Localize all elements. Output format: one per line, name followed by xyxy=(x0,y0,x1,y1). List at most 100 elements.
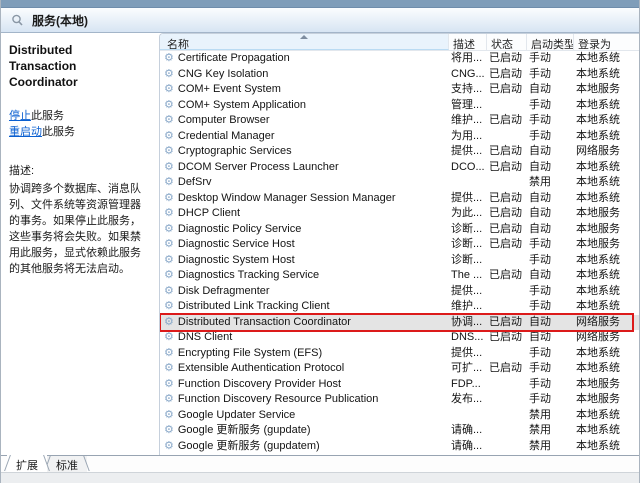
service-name-cell: ⚙ Credential Manager xyxy=(160,129,449,145)
service-description-cell: 请确... xyxy=(449,439,487,455)
service-name: Function Discovery Resource Publication xyxy=(178,392,379,408)
table-row[interactable]: ⚙ Diagnostic Service Host 诊断... 已启动 手动 本… xyxy=(160,237,639,253)
service-gear-icon: ⚙ xyxy=(164,239,174,250)
service-gear-icon: ⚙ xyxy=(164,425,174,436)
table-row[interactable]: ⚙ Function Discovery Resource Publicatio… xyxy=(160,392,639,408)
service-description-cell: 请确... xyxy=(449,423,487,439)
column-header-status[interactable]: 状态 xyxy=(487,34,527,50)
service-gear-icon: ⚙ xyxy=(164,317,174,328)
column-header-logon-as[interactable]: 登录为 xyxy=(574,34,639,50)
stop-service-link[interactable]: 停止 xyxy=(9,110,31,122)
service-status-cell xyxy=(487,423,527,439)
services-table-panel: 名称 描述 状态 启动类型 登录为 ⚙ Certificate Propagat… xyxy=(159,33,639,455)
service-name-cell: ⚙ Cryptographic Services xyxy=(160,144,449,160)
service-description-cell: 诊断... xyxy=(449,222,487,238)
table-row[interactable]: ⚙ Distributed Transaction Coordinator 协调… xyxy=(160,315,639,331)
tab-standard[interactable]: 标准 xyxy=(47,456,87,472)
service-name: Disk Defragmenter xyxy=(178,284,270,300)
service-startup-type-cell: 禁用 xyxy=(527,423,574,439)
table-row[interactable]: ⚙ Computer Browser 维护... 已启动 手动 本地系统 xyxy=(160,113,639,129)
service-name: Function Discovery Provider Host xyxy=(178,377,341,393)
service-description-cell: 将用... xyxy=(449,51,487,67)
service-logon-as-cell: 本地服务 xyxy=(574,237,639,253)
table-row[interactable]: ⚙ DHCP Client 为此... 已启动 自动 本地服务 xyxy=(160,206,639,222)
service-name: Diagnostic Policy Service xyxy=(178,222,302,238)
service-gear-icon: ⚙ xyxy=(164,363,174,374)
service-name-cell: ⚙ Function Discovery Provider Host xyxy=(160,377,449,393)
table-row[interactable]: ⚙ Google 更新服务 (gupdatem) 请确... 禁用 本地系统 xyxy=(160,439,639,455)
column-header-startup-type[interactable]: 启动类型 xyxy=(527,34,574,50)
service-gear-icon: ⚙ xyxy=(164,131,174,142)
service-name-cell: ⚙ Disk Defragmenter xyxy=(160,284,449,300)
service-name-cell: ⚙ Diagnostics Tracking Service xyxy=(160,268,449,284)
table-row[interactable]: ⚙ Extensible Authentication Protocol 可扩.… xyxy=(160,361,639,377)
table-row[interactable]: ⚙ Disk Defragmenter 提供... 手动 本地系统 xyxy=(160,284,639,300)
service-status-cell: 已启动 xyxy=(487,144,527,160)
service-logon-as-cell: 本地服务 xyxy=(574,377,639,393)
service-logon-as-cell: 本地服务 xyxy=(574,392,639,408)
service-gear-icon: ⚙ xyxy=(164,146,174,157)
column-header-description[interactable]: 描述 xyxy=(449,34,487,50)
table-row[interactable]: ⚙ Distributed Link Tracking Client 维护...… xyxy=(160,299,639,315)
service-description-cell: 提供... xyxy=(449,144,487,160)
table-row[interactable]: ⚙ Credential Manager 为用... 手动 本地系统 xyxy=(160,129,639,145)
service-status-cell xyxy=(487,175,527,191)
column-header-name-label: 名称 xyxy=(167,39,189,50)
service-startup-type-cell: 自动 xyxy=(527,144,574,160)
stop-service-suffix: 此服务 xyxy=(31,110,64,122)
service-name: Diagnostic System Host xyxy=(178,253,295,269)
service-startup-type-cell: 禁用 xyxy=(527,408,574,424)
service-status-cell: 已启动 xyxy=(487,67,527,83)
service-gear-icon: ⚙ xyxy=(164,379,174,390)
table-row[interactable]: ⚙ DCOM Server Process Launcher DCO... 已启… xyxy=(160,160,639,176)
service-name: Google 更新服务 (gupdate) xyxy=(178,423,311,439)
service-status-cell: 已启动 xyxy=(487,113,527,129)
service-name: Certificate Propagation xyxy=(178,51,290,67)
service-name-cell: ⚙ Function Discovery Resource Publicatio… xyxy=(160,392,449,408)
service-description-cell xyxy=(449,408,487,424)
service-gear-icon: ⚙ xyxy=(164,301,174,312)
service-gear-icon: ⚙ xyxy=(164,177,174,188)
service-startup-type-cell: 禁用 xyxy=(527,439,574,455)
tab-extended[interactable]: 扩展 xyxy=(7,455,47,472)
table-row[interactable]: ⚙ COM+ System Application 管理... 手动 本地系统 xyxy=(160,98,639,114)
table-row[interactable]: ⚙ Diagnostic Policy Service 诊断... 已启动 自动… xyxy=(160,222,639,238)
table-row[interactable]: ⚙ DNS Client DNS... 已启动 自动 网络服务 xyxy=(160,330,639,346)
service-gear-icon: ⚙ xyxy=(164,255,174,266)
table-row[interactable]: ⚙ Certificate Propagation 将用... 已启动 手动 本… xyxy=(160,51,639,67)
service-name: Distributed Transaction Coordinator xyxy=(178,315,351,331)
restart-service-suffix: 此服务 xyxy=(42,126,75,138)
sort-ascending-icon xyxy=(300,35,308,39)
service-description-cell: The ... xyxy=(449,268,487,284)
table-row[interactable]: ⚙ Google Updater Service 禁用 本地系统 xyxy=(160,408,639,424)
console-header: 服务(本地) xyxy=(1,8,639,33)
service-startup-type-cell: 手动 xyxy=(527,253,574,269)
table-row[interactable]: ⚙ Cryptographic Services 提供... 已启动 自动 网络… xyxy=(160,144,639,160)
service-name-cell: ⚙ Diagnostic System Host xyxy=(160,253,449,269)
service-description-cell: 维护... xyxy=(449,299,487,315)
table-row[interactable]: ⚙ Encrypting File System (EFS) 提供... 手动 … xyxy=(160,346,639,362)
service-name: Distributed Link Tracking Client xyxy=(178,299,330,315)
service-startup-type-cell: 自动 xyxy=(527,82,574,98)
service-startup-type-cell: 自动 xyxy=(527,191,574,207)
service-name-cell: ⚙ DNS Client xyxy=(160,330,449,346)
service-startup-type-cell: 手动 xyxy=(527,51,574,67)
service-description-cell: DCO... xyxy=(449,160,487,176)
service-name-cell: ⚙ Extensible Authentication Protocol xyxy=(160,361,449,377)
service-name: DefSrv xyxy=(178,175,212,191)
table-row[interactable]: ⚙ Google 更新服务 (gupdate) 请确... 禁用 本地系统 xyxy=(160,423,639,439)
table-row[interactable]: ⚙ Diagnostics Tracking Service The ... 已… xyxy=(160,268,639,284)
restart-service-link[interactable]: 重启动 xyxy=(9,126,42,138)
service-startup-type-cell: 手动 xyxy=(527,392,574,408)
table-row[interactable]: ⚙ Function Discovery Provider Host FDP..… xyxy=(160,377,639,393)
service-gear-icon: ⚙ xyxy=(164,53,174,64)
table-row[interactable]: ⚙ COM+ Event System 支持... 已启动 自动 本地服务 xyxy=(160,82,639,98)
service-name: Google Updater Service xyxy=(178,408,295,424)
table-row[interactable]: ⚙ CNG Key Isolation CNG... 已启动 手动 本地系统 xyxy=(160,67,639,83)
table-row[interactable]: ⚙ Desktop Window Manager Session Manager… xyxy=(160,191,639,207)
table-row[interactable]: ⚙ Diagnostic System Host 诊断... 手动 本地系统 xyxy=(160,253,639,269)
column-header-name[interactable]: 名称 xyxy=(160,34,449,50)
service-startup-type-cell: 自动 xyxy=(527,315,574,331)
table-row[interactable]: ⚙ DefSrv 禁用 本地系统 xyxy=(160,175,639,191)
service-logon-as-cell: 本地系统 xyxy=(574,439,639,455)
